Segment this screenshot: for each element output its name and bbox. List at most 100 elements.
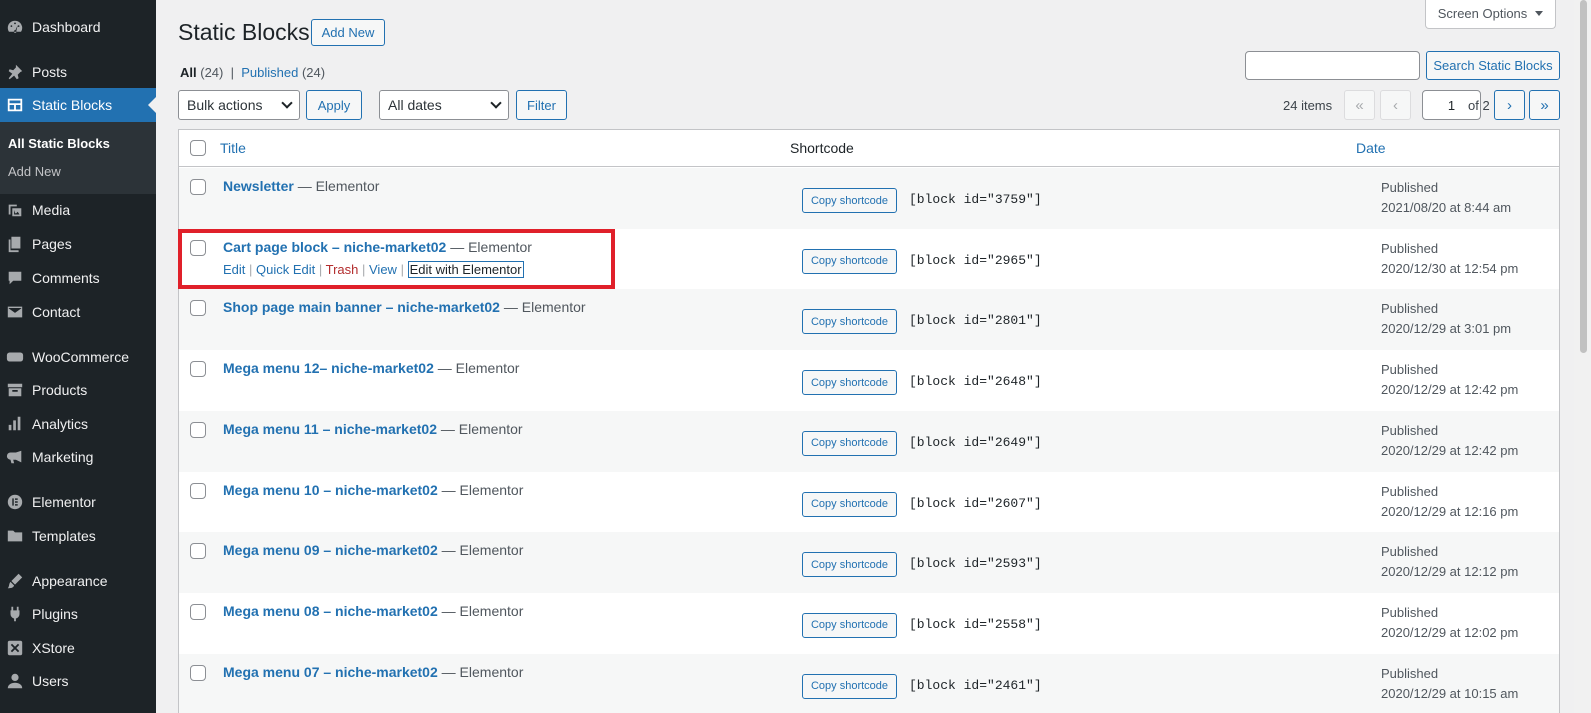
view-all-link[interactable]: All — [180, 65, 197, 80]
row-checkbox[interactable] — [190, 543, 206, 560]
scrollbar-thumb[interactable] — [1580, 0, 1587, 353]
next-page-button[interactable]: › — [1494, 90, 1525, 120]
copy-shortcode-button[interactable]: Copy shortcode — [802, 673, 897, 699]
sidebar-item-media[interactable]: Media — [0, 193, 156, 227]
sidebar-item-analytics[interactable]: Analytics — [0, 407, 156, 441]
sidebar-item-marketing[interactable]: Marketing — [0, 440, 156, 474]
last-page-button[interactable]: » — [1529, 90, 1560, 120]
row-checkbox[interactable] — [190, 482, 206, 499]
sidebar-item-contact[interactable]: Contact — [0, 295, 156, 329]
copy-shortcode-button[interactable]: Copy shortcode — [802, 552, 897, 578]
static-blocks-table: Title Shortcode Date Newsletter — Elemen… — [178, 129, 1560, 713]
sidebar-item-users[interactable]: Users — [0, 664, 156, 698]
table-row: Mega menu 11 – niche-market02 — Elemento… — [179, 410, 1559, 472]
row-date-cell: Published 2020/12/29 at 3:01 pm — [1381, 299, 1511, 339]
row-checkbox[interactable] — [190, 361, 206, 378]
pin-icon — [5, 62, 25, 82]
sidebar-item-label: Appearance — [32, 573, 108, 589]
sidebar-item-static-blocks[interactable]: Static Blocks — [0, 88, 156, 122]
row-title-link[interactable]: Newsletter — [223, 178, 294, 194]
caret-down-icon — [1535, 10, 1544, 16]
column-date-header[interactable]: Date — [1356, 140, 1386, 156]
media-icon — [5, 200, 25, 220]
brush-icon — [5, 571, 25, 591]
table-row: Mega menu 07 – niche-market02 — Elemento… — [179, 653, 1559, 713]
bulk-actions-value: Bulk actions — [187, 97, 263, 113]
row-title-cell: Mega menu 07 – niche-market02 — Elemento… — [223, 664, 523, 680]
sidebar-item-pages[interactable]: Pages — [0, 227, 156, 261]
add-new-button[interactable]: Add New — [311, 19, 385, 46]
shortcode-text: [block id="2801"] — [909, 313, 1042, 329]
row-title-link[interactable]: Mega menu 12– niche-market02 — [223, 360, 434, 376]
bar-chart-icon — [5, 414, 25, 434]
column-shortcode-header: Shortcode — [790, 140, 854, 156]
sidebar-item-comments[interactable]: Comments — [0, 261, 156, 295]
row-status: Published — [1381, 483, 1439, 499]
sidebar-item-posts[interactable]: Posts — [0, 55, 156, 89]
row-date: 2020/12/30 at 12:54 pm — [1381, 260, 1519, 276]
row-title-cell: Newsletter — Elementor — [223, 178, 379, 194]
items-count: 24 items — [1283, 98, 1333, 113]
row-title-cell: Shop page main banner – niche-market02 —… — [223, 299, 586, 315]
select-all-checkbox[interactable] — [190, 140, 206, 156]
row-title-link[interactable]: Mega menu 09 – niche-market02 — [223, 542, 438, 558]
total-pages-label: of 2 — [1468, 98, 1490, 113]
filter-button[interactable]: Filter — [516, 90, 567, 120]
comments-icon — [5, 268, 25, 288]
dates-select-value: All dates — [388, 97, 442, 113]
mail-icon — [5, 302, 25, 322]
bulk-actions-select[interactable]: Bulk actions — [178, 90, 300, 120]
row-title-link[interactable]: Shop page main banner – niche-market02 — [223, 299, 500, 315]
sidebar-item-woocommerce[interactable]: WooCommerce — [0, 340, 156, 374]
sidebar-item-label: Contact — [32, 304, 81, 320]
apply-button[interactable]: Apply — [306, 90, 362, 120]
sidebar-item-label: WooCommerce — [32, 349, 129, 365]
previous-page-button: ‹ — [1380, 90, 1411, 120]
sidebar-item-products[interactable]: Products — [0, 373, 156, 407]
first-page-button: « — [1344, 90, 1375, 120]
row-status: Published — [1381, 240, 1439, 256]
screen-options-button[interactable]: Screen Options — [1425, 0, 1556, 29]
dates-select[interactable]: All dates — [379, 90, 509, 120]
row-title-link[interactable]: Mega menu 08 – niche-market02 — [223, 603, 438, 619]
copy-shortcode-button[interactable]: Copy shortcode — [802, 309, 897, 335]
sidebar-item-xstore[interactable]: XStore — [0, 631, 156, 665]
row-checkbox[interactable] — [190, 300, 206, 317]
submenu-all-static-blocks[interactable]: All Static Blocks — [8, 136, 110, 151]
row-status: Published — [1381, 665, 1439, 681]
copy-shortcode-button[interactable]: Copy shortcode — [802, 248, 897, 274]
row-title-link[interactable]: Mega menu 11 – niche-market02 — [223, 421, 437, 437]
sidebar-item-dashboard[interactable]: Dashboard — [0, 10, 156, 44]
view-published-link[interactable]: Published — [241, 65, 298, 80]
sidebar-item-plugins[interactable]: Plugins — [0, 597, 156, 631]
page-title: Static Blocks — [178, 19, 310, 45]
row-title-link[interactable]: Mega menu 07 – niche-market02 — [223, 664, 438, 680]
row-checkbox[interactable] — [190, 603, 206, 620]
woo-icon — [5, 347, 25, 367]
copy-shortcode-button[interactable]: Copy shortcode — [802, 612, 897, 638]
shortcode-text: [block id="2648"] — [909, 374, 1042, 390]
search-static-blocks-button[interactable]: Search Static Blocks — [1426, 51, 1560, 80]
copy-shortcode-button[interactable]: Copy shortcode — [802, 188, 897, 213]
copy-shortcode-button[interactable]: Copy shortcode — [802, 430, 897, 456]
column-title-header[interactable]: Title — [220, 140, 246, 156]
shortcode-text: [block id="3759"] — [909, 192, 1042, 207]
submenu-add-new[interactable]: Add New — [8, 164, 61, 179]
row-date: 2020/12/29 at 12:02 pm — [1381, 624, 1519, 640]
row-checkbox[interactable] — [190, 421, 206, 438]
copy-shortcode-button[interactable]: Copy shortcode — [802, 370, 897, 396]
row-title-suffix: — Elementor — [441, 542, 524, 559]
row-checkbox[interactable] — [190, 664, 206, 681]
row-checkbox[interactable] — [190, 179, 206, 195]
copy-shortcode-button[interactable]: Copy shortcode — [802, 491, 897, 517]
sidebar-item-appearance[interactable]: Appearance — [0, 564, 156, 598]
row-status: Published — [1381, 362, 1439, 378]
sidebar-item-elementor[interactable]: Elementor — [0, 485, 156, 519]
row-date: 2020/12/29 at 12:42 pm — [1381, 442, 1519, 458]
sidebar-item-label: Pages — [32, 236, 72, 252]
row-title-link[interactable]: Mega menu 10 – niche-market02 — [223, 482, 438, 498]
row-title-suffix: — Elementor — [437, 360, 520, 377]
sidebar-item-label: Static Blocks — [32, 97, 113, 113]
sidebar-item-templates[interactable]: Templates — [0, 519, 156, 553]
search-input[interactable] — [1245, 51, 1420, 80]
